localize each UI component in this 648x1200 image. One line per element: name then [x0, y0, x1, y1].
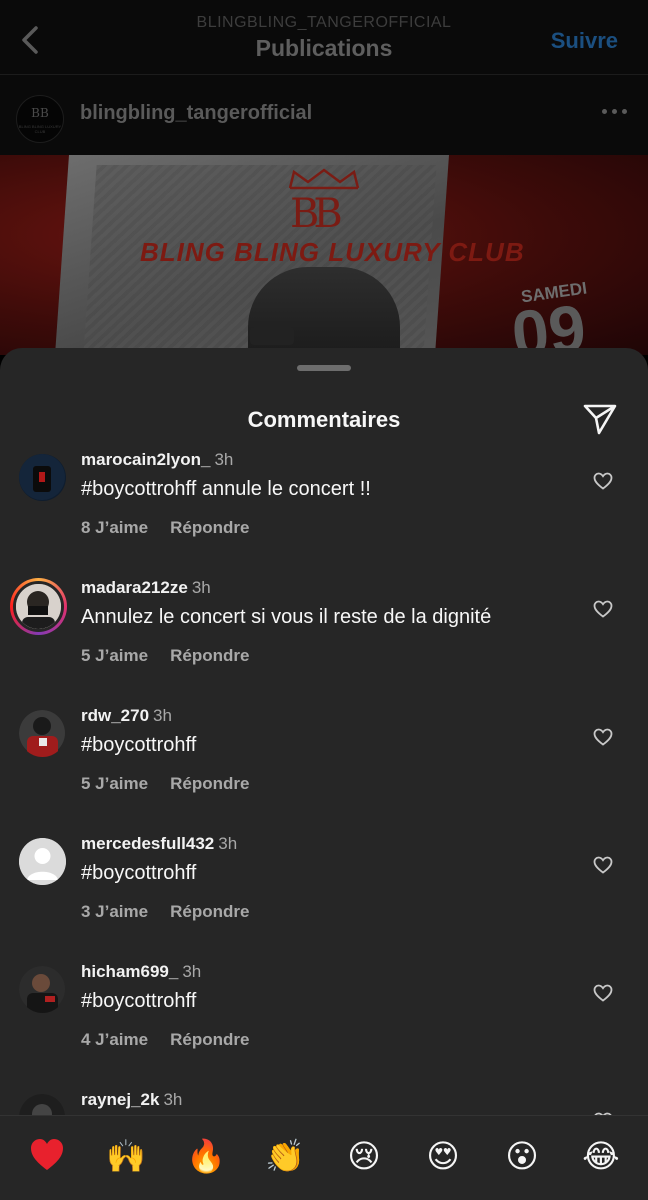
- more-options-icon[interactable]: [602, 109, 628, 117]
- comment-time: 3h: [191, 578, 211, 597]
- reply-button[interactable]: Répondre: [170, 774, 249, 793]
- brand-logo: BB: [290, 191, 343, 237]
- likes-count[interactable]: 8 J’aime: [81, 518, 148, 537]
- emoji-reaction-bar: 🙌 🔥 👏 😢 😍 😮 😂: [0, 1115, 648, 1200]
- comment-username[interactable]: marocain2lyon_ 3h: [81, 452, 233, 470]
- top-navigation-bar: BLINGBLING_TANGEROFFICIAL Publications S…: [0, 0, 648, 74]
- reply-button[interactable]: Répondre: [170, 646, 249, 665]
- avatar-subtext: BLING BLING LUXURY CLUB: [18, 124, 62, 134]
- post-header: BB BLING BLING LUXURY CLUB blingbling_ta…: [0, 75, 648, 155]
- comment-username[interactable]: raynej_2k 3h: [81, 1090, 182, 1110]
- comment-actions: 3 J’aime Répondre: [81, 902, 249, 922]
- comment-time: 3h: [182, 962, 202, 981]
- avatar[interactable]: [19, 710, 66, 757]
- comment-item: mercedesfull432 3h #boycottrohff 3 J’aime…: [0, 822, 648, 950]
- crying-face-emoji-button[interactable]: 😢: [344, 1136, 384, 1176]
- comment-text: #boycottrohff annule le concert !!: [81, 478, 371, 500]
- comment-item: marocain2lyon_ 3h #boycottrohff annule le…: [0, 452, 648, 566]
- comment-username[interactable]: mercedesfull432 3h: [81, 834, 237, 854]
- tears-of-joy-emoji-button[interactable]: 😂: [581, 1136, 621, 1176]
- reply-button[interactable]: Répondre: [170, 1030, 249, 1049]
- comment-text: #boycottrohff: [81, 862, 197, 884]
- default-avatar-icon[interactable]: [19, 838, 66, 885]
- comment-username[interactable]: rdw_270 3h: [81, 706, 172, 726]
- comment-actions: 8 J’aime Répondre: [81, 518, 249, 538]
- comments-title: Commentaires: [247, 407, 401, 432]
- comment-username[interactable]: madara212ze 3h: [81, 578, 211, 598]
- comment-item: rdw_270 3h #boycottrohff 5 J’aime Répondre: [0, 694, 648, 822]
- post-author-username[interactable]: blingbling_tangerofficial: [80, 102, 312, 125]
- comment-actions: 5 J’aime Répondre: [81, 774, 249, 794]
- reply-button[interactable]: Répondre: [170, 518, 249, 537]
- raising-hands-emoji-button[interactable]: 🙌: [106, 1136, 146, 1176]
- heart-icon[interactable]: [593, 984, 613, 1002]
- heart-eyes-emoji-button[interactable]: 😍: [423, 1136, 463, 1176]
- cap-brim: [250, 327, 294, 345]
- avatar-story-ring[interactable]: [10, 578, 67, 635]
- comment-item: raynej_2k 3h: [0, 1078, 648, 1115]
- day-number: 09: [508, 290, 590, 355]
- send-icon: [583, 404, 617, 435]
- sheet-drag-handle[interactable]: [297, 365, 351, 371]
- post-author-avatar[interactable]: BB BLING BLING LUXURY CLUB: [16, 95, 64, 143]
- comment-time: 3h: [153, 706, 172, 725]
- club-name-text: BLING BLING LUXURY CLUB: [140, 237, 525, 267]
- heart-icon[interactable]: [593, 856, 613, 874]
- red-heart-icon: [31, 1139, 63, 1170]
- likes-count[interactable]: 4 J’aime: [81, 1030, 148, 1049]
- comments-list[interactable]: marocain2lyon_ 3h #boycottrohff annule le…: [0, 452, 648, 1115]
- comment-item: hicham699_ 3h #boycottrohff 4 J’aime Répon…: [0, 950, 648, 1078]
- heart-icon[interactable]: [593, 472, 613, 490]
- likes-count[interactable]: 5 J’aime: [81, 774, 148, 793]
- comment-text: Annulez le concert si vous il reste de l…: [81, 606, 492, 628]
- avatar[interactable]: [19, 454, 66, 501]
- comment-time: 3h: [163, 1090, 183, 1109]
- heart-icon[interactable]: [593, 600, 613, 618]
- comment-item: madara212ze 3h Annulez le concert si vous…: [0, 566, 648, 694]
- avatar: [13, 581, 64, 632]
- comment-actions: 4 J’aime Répondre: [81, 1030, 249, 1050]
- post-image[interactable]: BB BLING BLING LUXURY CLUB SAMEDI 09: [0, 155, 648, 355]
- comment-time: 3h: [218, 834, 238, 853]
- avatar-monogram: BB: [31, 106, 49, 120]
- clapping-hands-emoji-button[interactable]: 👏: [265, 1136, 305, 1176]
- crown-icon: [288, 168, 360, 190]
- comment-text: #boycottrohff: [81, 990, 197, 1012]
- likes-count[interactable]: 5 J’aime: [81, 646, 148, 665]
- comment-text: #boycottrohff: [81, 734, 197, 756]
- likes-count[interactable]: 3 J’aime: [81, 902, 148, 921]
- fire-emoji-button[interactable]: 🔥: [186, 1136, 226, 1176]
- avatar[interactable]: [19, 1094, 66, 1115]
- comment-actions: 5 J’aime Répondre: [81, 646, 249, 666]
- comments-sheet: Commentaires marocain2lyon_ 3h #boycottro…: [0, 348, 648, 1200]
- share-button[interactable]: [582, 402, 618, 436]
- heart-icon[interactable]: [593, 728, 613, 746]
- comment-username[interactable]: hicham699_ 3h: [81, 962, 201, 982]
- reply-button[interactable]: Répondre: [170, 902, 249, 921]
- comment-time: 3h: [214, 452, 234, 469]
- surprised-face-emoji-button[interactable]: 😮: [502, 1136, 542, 1176]
- avatar[interactable]: [19, 966, 66, 1013]
- follow-button[interactable]: Suivre: [551, 28, 618, 54]
- red-heart-emoji-button[interactable]: [27, 1136, 67, 1176]
